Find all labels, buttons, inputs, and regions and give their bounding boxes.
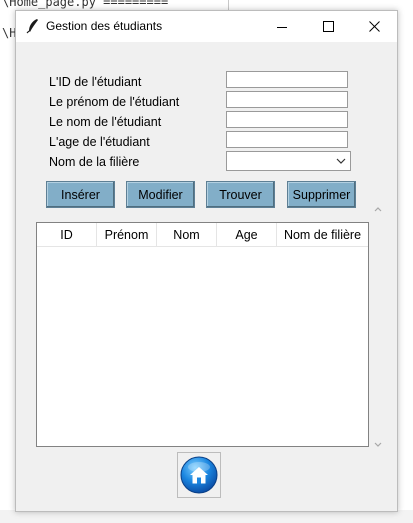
close-button[interactable] <box>351 11 397 42</box>
delete-button[interactable]: Supprimer <box>287 181 356 208</box>
student-age-field[interactable] <box>226 131 348 148</box>
chevron-down-icon <box>336 158 346 164</box>
table-scrollbar[interactable] <box>371 203 385 451</box>
home-button[interactable] <box>177 452 221 498</box>
student-lastname-label: Le nom de l'étudiant <box>49 115 162 129</box>
program-name-label: Nom de la filière <box>49 155 140 169</box>
table-header: ID Prénom Nom Age Nom de filière <box>37 223 368 247</box>
maximize-icon <box>322 21 334 32</box>
minimize-button[interactable] <box>259 11 305 42</box>
scroll-down-icon[interactable] <box>372 439 384 451</box>
column-header-firstname[interactable]: Prénom <box>97 223 157 246</box>
column-header-age[interactable]: Age <box>217 223 277 246</box>
column-header-lastname[interactable]: Nom <box>157 223 217 246</box>
title-bar[interactable]: Gestion des étudiants <box>16 11 397 42</box>
student-id-field[interactable] <box>226 71 348 88</box>
modify-button[interactable]: Modifier <box>126 181 195 208</box>
column-header-id[interactable]: ID <box>37 223 97 246</box>
insert-button[interactable]: Insérer <box>46 181 115 208</box>
student-window: Gestion des étudiants L'ID de l'étudiant… <box>15 10 398 512</box>
student-firstname-label: Le prénom de l'étudiant <box>49 95 180 109</box>
find-button[interactable]: Trouver <box>206 181 275 208</box>
student-firstname-field[interactable] <box>226 91 348 108</box>
close-icon <box>368 21 380 32</box>
program-select[interactable] <box>226 151 351 171</box>
minimize-icon <box>277 26 287 28</box>
scroll-up-icon[interactable] <box>372 203 384 215</box>
student-id-label: L'ID de l'étudiant <box>49 75 142 89</box>
editor-line: \Home_page.py ========= <box>2 0 169 9</box>
maximize-button[interactable] <box>305 11 351 42</box>
home-icon <box>180 456 218 494</box>
column-header-program[interactable]: Nom de filière <box>277 223 368 246</box>
feather-icon <box>26 19 38 34</box>
student-lastname-field[interactable] <box>226 111 348 128</box>
student-age-label: L'age de l'étudiant <box>49 135 150 149</box>
window-title: Gestion des étudiants <box>46 19 163 33</box>
students-table[interactable]: ID Prénom Nom Age Nom de filière <box>36 222 369 447</box>
